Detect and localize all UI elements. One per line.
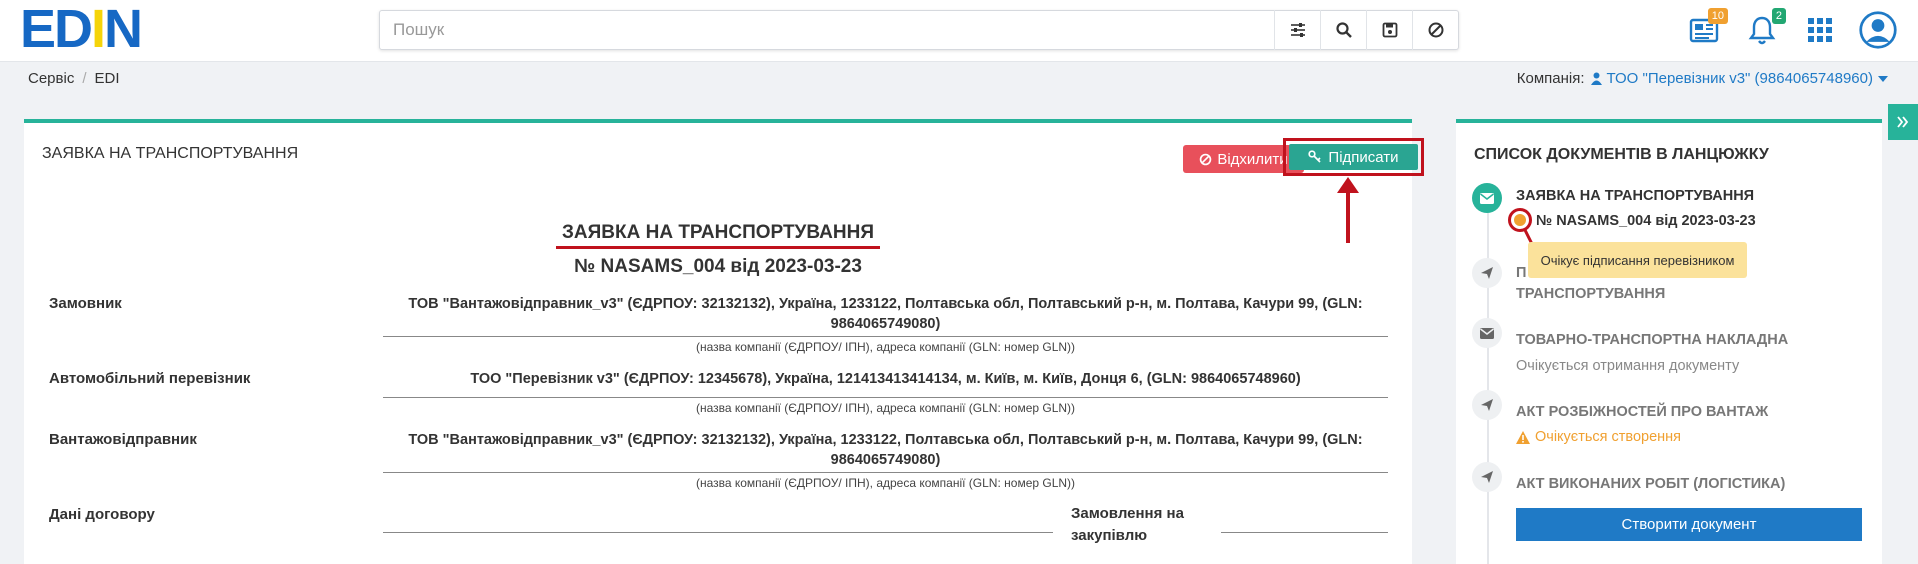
- company-label: Компанія:: [1516, 70, 1585, 87]
- timeline-dot: [1472, 318, 1502, 348]
- panel-title: СПИСОК ДОКУМЕНТІВ В ЛАНЦЮЖКУ: [1474, 146, 1769, 163]
- carrier-hint: (назва компанії (ЄДРПОУ/ ІПН), адреса ко…: [695, 401, 1076, 415]
- shipper-value: ТОВ "Вантажовідправник_v3" (ЄДРПОУ: 3213…: [408, 432, 1363, 468]
- edin-logo[interactable]: ED I N: [20, 0, 143, 59]
- breadcrumb-separator: /: [82, 70, 87, 87]
- notifications-button[interactable]: 2: [1742, 8, 1786, 52]
- user-icon: [1590, 72, 1602, 85]
- shipper-label: Вантажовідправник: [49, 431, 197, 448]
- create-document-button[interactable]: Створити документ: [1516, 508, 1862, 541]
- chain-item-5-title[interactable]: АКТ ВИКОНАНИХ РОБІТ (ЛОГІСТИКА): [1516, 476, 1785, 492]
- document-heading: ЗАЯВКА НА ТРАНСПОРТУВАННЯ: [24, 222, 1412, 249]
- chain-item-1-number: № NASAMS_004 від 2023-03-23: [1536, 213, 1756, 229]
- search-button[interactable]: [1320, 10, 1366, 50]
- divider: [383, 472, 1388, 473]
- chain-item-3-title[interactable]: ТОВАРНО-ТРАНСПОРТНА НАКЛАДНА: [1516, 332, 1788, 348]
- sign-button[interactable]: Підписати: [1289, 144, 1418, 170]
- reject-label: Відхилити: [1217, 150, 1288, 168]
- search-input[interactable]: Пошук: [380, 20, 1274, 40]
- customer-label: Замовник: [49, 295, 122, 312]
- save-search-button[interactable]: [1366, 10, 1412, 50]
- key-icon: [1308, 150, 1322, 163]
- logo-text-n: N: [104, 0, 143, 59]
- news-button[interactable]: 10: [1684, 8, 1728, 52]
- ban-icon: [1200, 153, 1212, 165]
- timeline-dot-active: [1472, 183, 1502, 213]
- panel-toggle-button[interactable]: [1888, 104, 1918, 140]
- divider: [383, 336, 1388, 337]
- envelope-icon: [1480, 327, 1494, 339]
- paper-plane-icon: [1481, 267, 1493, 279]
- contract-label: Дані договору: [49, 506, 155, 523]
- ban-icon: [1428, 22, 1443, 38]
- floppy-icon: [1382, 22, 1397, 38]
- card-title: ЗАЯВКА НА ТРАНСПОРТУВАННЯ: [42, 145, 299, 162]
- shipper-hint: (назва компанії (ЄДРПОУ/ ІПН), адреса ко…: [695, 476, 1076, 490]
- chain-item-1-title[interactable]: ЗАЯВКА НА ТРАНСПОРТУВАННЯ: [1516, 188, 1754, 204]
- logo-text-i: I: [91, 0, 106, 59]
- search-icon: [1335, 22, 1352, 38]
- breadcrumb-edi[interactable]: EDI: [95, 70, 120, 87]
- chain-item-4-status: Очікується створення: [1516, 429, 1681, 445]
- divider: [383, 397, 1388, 398]
- apps-button[interactable]: [1800, 8, 1840, 52]
- customer-hint: (назва компанії (ЄДРПОУ/ ІПН), адреса ко…: [695, 340, 1076, 354]
- clear-search-button[interactable]: [1412, 10, 1458, 50]
- sign-label: Підписати: [1328, 148, 1399, 166]
- breadcrumb: Сервіс / EDI: [28, 70, 120, 87]
- envelope-icon: [1480, 192, 1494, 204]
- carrier-label: Автомобільний перевізник: [49, 370, 251, 387]
- breadcrumb-service[interactable]: Сервіс: [28, 70, 74, 87]
- top-icons: 10 2: [1684, 8, 1898, 52]
- chain-item-2-title[interactable]: П: [1516, 265, 1526, 281]
- user-avatar-icon: [1859, 11, 1897, 49]
- customer-value: ТОВ "Вантажовідправник_v3" (ЄДРПОУ: 3213…: [408, 296, 1363, 332]
- top-bar: ED I N Пошук 10 2: [0, 0, 1918, 62]
- warning-icon: [1516, 430, 1530, 444]
- chain-item-4-title[interactable]: АКТ РОЗБІЖНОСТЕЙ ПРО ВАНТАЖ: [1516, 404, 1768, 420]
- paper-plane-icon: [1481, 399, 1493, 411]
- notifications-badge: 2: [1771, 8, 1786, 24]
- search-bar: Пошук: [379, 10, 1459, 50]
- company-selector: Компанія: ТОО "Перевізник v3" (986406574…: [1517, 70, 1888, 87]
- user-profile-button[interactable]: [1858, 8, 1898, 52]
- chain-item-3-status: Очікується отримання документу: [1516, 358, 1740, 374]
- carrier-value: ТОО "Перевізник v3" (ЄДРПОУ: 12345678), …: [470, 371, 1301, 387]
- news-badge: 10: [1707, 8, 1728, 24]
- company-value: ТОО "Перевізник v3" (9864065748960): [1606, 70, 1873, 87]
- company-dropdown[interactable]: ТОО "Перевізник v3" (9864065748960): [1590, 70, 1888, 87]
- filter-settings-button[interactable]: [1274, 10, 1320, 50]
- document-title: ЗАЯВКА НА ТРАНСПОРТУВАННЯ: [556, 222, 880, 249]
- status-tooltip: Очікує підписання перевізником: [1528, 242, 1747, 278]
- grid-icon: [1808, 18, 1832, 42]
- double-chevron-right-icon: [1897, 116, 1909, 128]
- purchase-order-label: Замовлення на закупівлю: [1071, 505, 1184, 544]
- document-card: ЗАЯВКА НА ТРАНСПОРТУВАННЯ Відхилити Підп…: [24, 119, 1424, 564]
- contract-field: [383, 532, 1053, 533]
- document-number: № NASAMS_004 від 2023-03-23: [574, 256, 862, 277]
- chain-item-4-status-text: Очікується створення: [1535, 429, 1682, 445]
- document-chain-panel: СПИСОК ДОКУМЕНТІВ В ЛАНЦЮЖКУ ЗАЯВКА НА Т…: [1456, 119, 1882, 564]
- sign-button-highlight: Підписати: [1283, 138, 1424, 176]
- paper-plane-icon: [1481, 471, 1493, 483]
- logo-text-ed: ED: [20, 0, 93, 59]
- timeline-dot: [1472, 258, 1502, 288]
- caret-down-icon: [1878, 75, 1888, 82]
- purchase-order-field: [1221, 532, 1388, 533]
- sliders-icon: [1290, 23, 1305, 37]
- timeline-dot: [1472, 462, 1502, 492]
- timeline-dot: [1472, 390, 1502, 420]
- chain-item-2-title-line2: ТРАНСПОРТУВАННЯ: [1516, 286, 1666, 302]
